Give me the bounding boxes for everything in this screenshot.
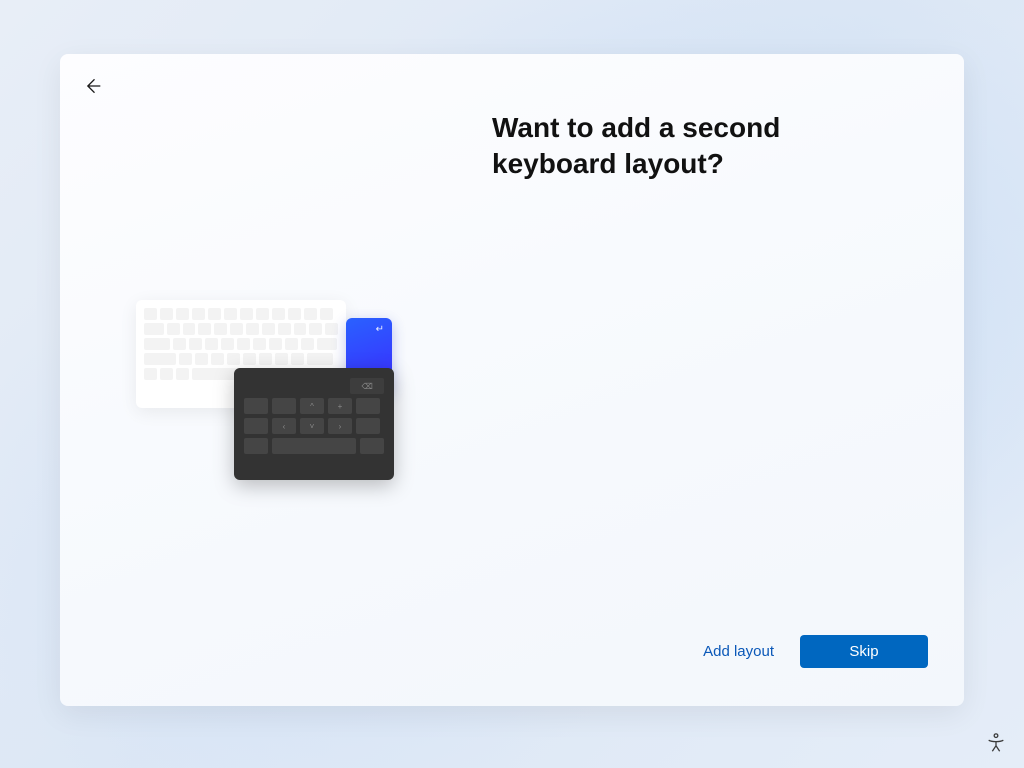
- page-title: Want to add a second keyboard layout?: [492, 110, 852, 183]
- back-arrow-icon: [82, 76, 102, 96]
- accessibility-button[interactable]: [982, 730, 1010, 758]
- back-button[interactable]: [76, 70, 108, 102]
- content-row: ⌫ ^+ ‹˅› Want to add a second keyboard l…: [60, 54, 964, 633]
- skip-button[interactable]: Skip: [800, 635, 928, 668]
- illustration-pane: ⌫ ^+ ‹˅›: [60, 110, 492, 633]
- setup-card: ⌫ ^+ ‹˅› Want to add a second keyboard l…: [60, 54, 964, 706]
- accessibility-figure-icon: [985, 732, 1007, 754]
- keyboard-illustration: ⌫ ^+ ‹˅›: [136, 300, 416, 500]
- add-layout-button[interactable]: Add layout: [685, 633, 792, 670]
- dark-keyboard-icon: ⌫ ^+ ‹˅›: [234, 368, 394, 480]
- text-pane: Want to add a second keyboard layout?: [492, 110, 964, 633]
- footer-actions: Add layout Skip: [60, 633, 964, 706]
